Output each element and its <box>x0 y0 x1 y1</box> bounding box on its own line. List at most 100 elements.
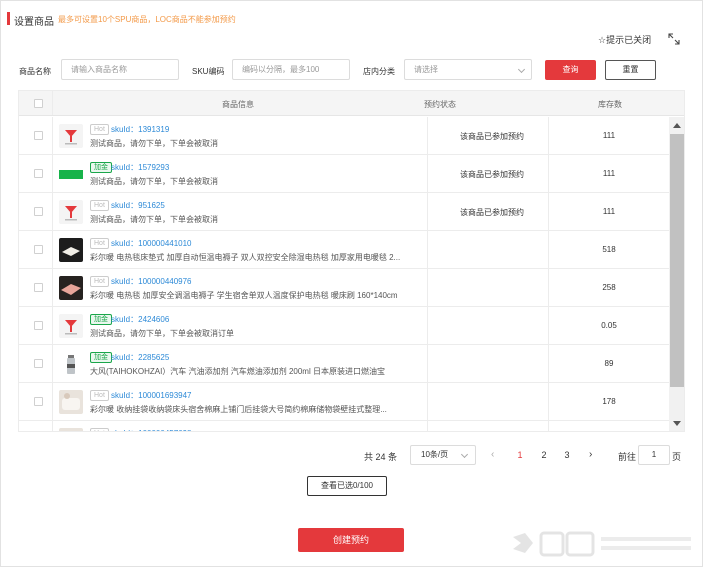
sku-label: SKU编码 <box>192 67 225 76</box>
row-checkbox[interactable] <box>34 397 43 406</box>
category-select-placeholder: 请选择 <box>414 65 438 74</box>
table-row[interactable]: Hot skuId：100000440976 彩尔暖 电热毯 加厚安全调温电褥子 学… <box>19 269 669 307</box>
table-row[interactable]: HotskuId：100000457698 <box>19 421 669 431</box>
watermark-logo <box>513 531 691 557</box>
sku-id[interactable]: skuId：2424606 <box>111 314 169 325</box>
table-row[interactable]: 加金 skuId：1579293 测试商品，请勿下单，下单会被取消 该商品已参加预约 1… <box>19 155 669 193</box>
sku-id[interactable]: skuId：100000440976 <box>111 276 192 287</box>
product-tag: Hot <box>90 200 109 211</box>
page-size-select[interactable]: 10条/页 <box>410 445 476 465</box>
product-table: 商品信息 预约状态 库存数 Hot skuId：1391319 测试商品，请勿下单，… <box>18 90 685 432</box>
row-checkbox[interactable] <box>34 131 43 140</box>
total-count: 共 24 条 <box>364 452 398 462</box>
create-reservation-button[interactable]: 创建预约 <box>298 528 404 552</box>
scroll-down-icon[interactable] <box>673 421 681 426</box>
expand-icon[interactable] <box>667 32 681 46</box>
sku-input[interactable]: 编码以分隔，最多100 <box>232 59 350 80</box>
sku-id[interactable]: skuId：100000441010 <box>111 238 192 249</box>
table-row[interactable]: Hot skuId：100000441010 彩尔暖 电热毯床垫式 加厚自动恒温电褥… <box>19 231 669 269</box>
product-thumbnail <box>59 276 83 300</box>
row-checkbox[interactable] <box>34 321 43 330</box>
col-stock: 库存数 <box>598 100 622 109</box>
goto-label: 前往 <box>618 452 637 462</box>
sku-id[interactable]: skuId：100000457698 <box>111 428 192 431</box>
product-name: 测试商品，请勿下单，下单会被取消 <box>90 139 218 148</box>
stock-count: 111 <box>602 207 616 216</box>
stock-count: 111 <box>602 131 616 140</box>
reset-button[interactable]: 重置 <box>605 60 656 80</box>
category-label: 店内分类 <box>363 67 395 76</box>
product-tag: Hot <box>90 428 109 431</box>
sku-id[interactable]: skuId：1579293 <box>111 162 169 173</box>
product-tag: 加金 <box>90 314 112 325</box>
tip-toggle[interactable]: ☆提示已关闭 <box>598 33 651 46</box>
stock-count: 178 <box>602 397 616 406</box>
row-checkbox[interactable] <box>34 169 43 178</box>
table-row[interactable]: 加金 skuId：2285625 大风(TAIHOKOHZAI）汽车 汽油添加剂 汽… <box>19 345 669 383</box>
product-name-input[interactable]: 请输入商品名称 <box>61 59 179 80</box>
col-product-info: 商品信息 <box>222 100 254 109</box>
product-name: 彩尔暖 收纳挂袋收纳袋床头宿舍棉麻上铺门后挂袋大号简约棉麻储物袋壁挂式整理... <box>90 405 387 414</box>
product-name: 测试商品，请勿下单，下单会被取消 <box>90 177 218 186</box>
chevron-down-icon <box>460 450 469 459</box>
col-status: 预约状态 <box>424 100 456 109</box>
scrollbar-thumb[interactable] <box>670 134 684 387</box>
table-body: Hot skuId：1391319 测试商品，请勿下单，下单会被取消 该商品已参加预约… <box>19 117 669 431</box>
product-name: 测试商品，请勿下单，下单会被取消 <box>90 215 218 224</box>
table-header: 商品信息 预约状态 库存数 <box>19 91 684 116</box>
sku-id[interactable]: skuId：100001693947 <box>111 390 192 401</box>
product-name-label: 商品名称 <box>19 67 51 76</box>
reservation-status: 该商品已参加预约 <box>460 208 524 217</box>
product-thumbnail <box>59 238 83 262</box>
sku-id[interactable]: skuId：951625 <box>111 200 165 211</box>
page-title: 设置商品 <box>14 17 54 28</box>
product-name: 大风(TAIHOKOHZAI）汽车 汽油添加剂 汽车燃油添加剂 200ml 日本… <box>90 367 385 376</box>
stock-count: 0.05 <box>601 321 617 330</box>
stock-count: 518 <box>602 245 616 254</box>
product-tag: Hot <box>90 238 109 249</box>
row-checkbox[interactable] <box>34 283 43 292</box>
product-tag: Hot <box>90 276 109 287</box>
product-thumbnail <box>59 390 83 414</box>
product-tag: Hot <box>90 390 109 401</box>
reservation-status: 该商品已参加预约 <box>460 132 524 141</box>
product-thumbnail <box>59 314 83 338</box>
table-row[interactable]: Hot skuId：1391319 测试商品，请勿下单，下单会被取消 该商品已参加预约… <box>19 117 669 155</box>
select-all-checkbox[interactable] <box>34 99 43 108</box>
query-button[interactable]: 查询 <box>545 60 596 80</box>
goto-page-input[interactable]: 1 <box>638 445 670 465</box>
view-selected-button[interactable]: 查看已选0/100 <box>307 476 387 496</box>
row-checkbox[interactable] <box>34 207 43 216</box>
table-row[interactable]: Hot skuId：951625 测试商品，请勿下单，下单会被取消 该商品已参加预约 1… <box>19 193 669 231</box>
page-2[interactable]: 2 <box>537 450 551 460</box>
page-size-value: 10条/页 <box>421 450 449 459</box>
product-name: 测试商品，请勿下单，下单会被取消订单 <box>90 329 234 338</box>
prev-page-icon[interactable]: ‹ <box>491 449 494 460</box>
stock-count: 89 <box>604 359 614 368</box>
next-page-icon[interactable]: › <box>589 449 592 460</box>
title-accent-bar <box>7 12 10 25</box>
product-tag: 加金 <box>90 162 112 173</box>
table-row[interactable]: 加金 skuId：2424606 测试商品，请勿下单，下单会被取消订单 0.05 <box>19 307 669 345</box>
scroll-up-icon[interactable] <box>673 123 681 128</box>
page-1[interactable]: 1 <box>513 450 527 460</box>
table-scrollbar[interactable] <box>669 117 684 431</box>
stock-count: 258 <box>602 283 616 292</box>
reservation-status: 该商品已参加预约 <box>460 170 524 179</box>
product-thumbnail <box>59 124 83 148</box>
product-name: 彩尔暖 电热毯床垫式 加厚自动恒温电褥子 双人双控安全除湿电热毯 加厚家用电暖毯… <box>90 253 401 262</box>
category-select[interactable]: 请选择 <box>404 59 532 80</box>
row-checkbox[interactable] <box>34 359 43 368</box>
product-name: 彩尔暖 电热毯 加厚安全调温电褥子 学生宿舍单双人温度保护电热毯 暖床刷 160… <box>90 291 398 300</box>
page-3[interactable]: 3 <box>560 450 574 460</box>
sku-id[interactable]: skuId：2285625 <box>111 352 169 363</box>
sku-id[interactable]: skuId：1391319 <box>111 124 169 135</box>
table-row[interactable]: Hot skuId：100001693947 彩尔暖 收纳挂袋收纳袋床头宿舍棉麻上铺… <box>19 383 669 421</box>
chevron-down-icon <box>517 65 526 74</box>
limit-note: 最多可设置10个SPU商品，LOC商品不能参加预约 <box>58 15 236 24</box>
row-checkbox[interactable] <box>34 245 43 254</box>
product-thumbnail <box>59 162 83 186</box>
product-tag: Hot <box>90 124 109 135</box>
product-thumbnail <box>59 352 83 376</box>
product-tag: 加金 <box>90 352 112 363</box>
